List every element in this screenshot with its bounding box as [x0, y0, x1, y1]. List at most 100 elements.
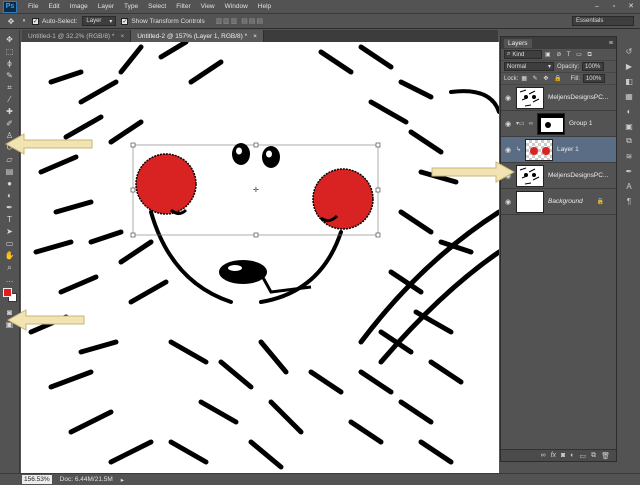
layer-name: Group 1 — [568, 120, 593, 127]
blend-mode-dropdown[interactable]: Normal ▾ — [504, 62, 554, 71]
move-tool-icon[interactable]: ✥ — [3, 34, 17, 45]
auto-select-checkbox[interactable]: ✓ — [32, 17, 39, 25]
filter-kind-dropdown[interactable]: ⌕ Kind — [504, 50, 542, 59]
tab-layers[interactable]: Layers — [504, 38, 532, 48]
close-icon[interactable]: ✕ — [624, 1, 638, 11]
fx-icon[interactable]: fx — [551, 452, 556, 459]
paragraph-panel-icon[interactable]: ¶ — [623, 196, 635, 206]
blend-mode-value: Normal — [507, 63, 527, 70]
channels-panel-icon[interactable]: ≋ — [623, 151, 635, 161]
auto-select-option[interactable]: ✓ Auto-Select: — [32, 17, 77, 25]
layer-mask-thumbnail — [536, 112, 565, 135]
menu-file[interactable]: File — [23, 3, 43, 10]
lock-label: Lock: — [504, 75, 519, 82]
menu-layer[interactable]: Layer — [93, 3, 119, 10]
chevron-down-icon[interactable]: ▾ — [21, 16, 27, 27]
adjustment-layer-icon[interactable]: ◐ — [570, 452, 574, 459]
workspace-dropdown[interactable]: Essentials — [572, 16, 634, 26]
show-transform-checkbox[interactable]: ✓ — [121, 17, 129, 25]
lock-icons[interactable]: ▦ ✎ ✥ 🔒 — [521, 75, 563, 82]
tab-untitled-2[interactable]: Untitled-2 @ 157% (Layer 1, RGB/8) * × — [131, 30, 264, 42]
swatches-panel-icon[interactable]: ▦ — [623, 91, 635, 101]
actions-panel-icon[interactable]: ▶ — [623, 61, 635, 71]
align-icons[interactable]: ▥▥▥ ▤▤▤ — [210, 16, 270, 27]
minimize-icon[interactable]: – — [590, 1, 604, 11]
gradient-icon[interactable]: ▤ — [3, 166, 17, 177]
path-select-icon[interactable]: ➤ — [3, 226, 17, 237]
zoom-tool-icon[interactable]: ⌕ — [3, 262, 17, 273]
layer-name: Layer 1 — [557, 146, 579, 153]
folder-icon[interactable]: ▾▭ — [516, 120, 525, 127]
layers-panel-footer: ∞ fx ◙ ◐ ▭ ⧉ 🗑 — [501, 449, 616, 461]
new-group-icon[interactable]: ▭ — [579, 452, 586, 460]
menu-image[interactable]: Image — [65, 3, 93, 10]
close-icon[interactable]: × — [253, 33, 257, 40]
healing-brush-icon[interactable]: ✚ — [3, 106, 17, 117]
eye-icon[interactable]: ◉ — [504, 94, 512, 102]
menu-filter[interactable]: Filter — [171, 3, 195, 10]
menu-window[interactable]: Window — [220, 3, 253, 10]
chevron-down-icon: ▾ — [547, 64, 551, 70]
document-canvas[interactable]: ✛ — [21, 42, 499, 473]
color-panel-icon[interactable]: ◧ — [623, 76, 635, 86]
adjustments-panel-icon[interactable]: ◐ — [623, 106, 635, 116]
more-tools-icon[interactable]: … — [3, 274, 17, 285]
chevron-right-icon[interactable]: ▸ — [121, 476, 124, 484]
fill-field[interactable]: 100% — [582, 74, 605, 83]
crop-tool-icon[interactable]: ⌗ — [3, 82, 17, 93]
eye-icon[interactable]: ◉ — [504, 120, 512, 128]
type-tool-icon[interactable]: T — [3, 214, 17, 225]
paths-panel-icon[interactable]: ✒ — [623, 166, 635, 176]
history-panel-icon[interactable]: ↺ — [623, 46, 635, 56]
color-swatches[interactable] — [2, 288, 18, 302]
lasso-tool-icon[interactable]: ϕ — [3, 58, 17, 69]
link-layers-icon[interactable]: ∞ — [541, 452, 546, 459]
hand-tool-icon[interactable]: ✋ — [3, 250, 17, 261]
layer-group-row[interactable]: ◉ ▾▭ ∞ Group 1 — [501, 111, 616, 137]
menu-type[interactable]: Type — [119, 3, 143, 10]
move-tool-icon[interactable]: ✥ — [6, 16, 16, 27]
menu-view[interactable]: View — [196, 3, 220, 10]
eye-icon[interactable]: ◉ — [504, 146, 512, 154]
quick-select-icon[interactable]: ✎ — [3, 70, 17, 81]
new-layer-icon[interactable]: ⧉ — [591, 452, 596, 460]
chevron-down-icon: ▾ — [109, 18, 113, 25]
document-size: Doc: 6.44M/21.5M — [59, 476, 113, 483]
foreground-color-swatch[interactable] — [2, 288, 12, 297]
layer-row-background[interactable]: ◉ Background 🔒 — [501, 189, 616, 215]
eye-icon[interactable]: ◉ — [504, 198, 512, 206]
dodge-icon[interactable]: ◐ — [3, 190, 17, 201]
marquee-tool-icon[interactable]: ⬚ — [3, 46, 17, 57]
opacity-field[interactable]: 100% — [582, 62, 605, 71]
zoom-field[interactable]: 156.53% — [22, 475, 52, 484]
layer-name: MeljensDesignsPC... — [548, 172, 609, 179]
layer-row-selected[interactable]: ◉ ↳ Layer 1 — [501, 137, 616, 163]
brush-tool-icon[interactable]: ✐ — [3, 118, 17, 129]
maximize-icon[interactable]: ▫ — [607, 1, 621, 11]
trash-icon[interactable]: 🗑 — [601, 452, 610, 460]
panel-menu-icon[interactable]: ≡ — [609, 40, 613, 47]
styles-panel-icon[interactable]: ▣ — [623, 121, 635, 131]
add-mask-icon[interactable]: ◙ — [561, 452, 565, 459]
close-icon[interactable]: × — [120, 33, 124, 40]
show-transform-option[interactable]: ✓ Show Transform Controls — [121, 17, 205, 25]
layer-row[interactable]: ◉ MeljensDesignsPC... — [501, 85, 616, 111]
photoshop-logo: Ps — [3, 0, 17, 13]
lock-icon: 🔒 — [596, 199, 604, 205]
pen-tool-icon[interactable]: ✒ — [3, 202, 17, 213]
eyedropper-icon[interactable]: ⁄ — [3, 94, 17, 105]
tab-untitled-1[interactable]: Untitled-1 @ 32.2% (RGB/8) * × — [22, 30, 132, 42]
menu-help[interactable]: Help — [253, 3, 276, 10]
shape-tool-icon[interactable]: ▭ — [3, 238, 17, 249]
layers-panel-header: Layers ≡ — [501, 37, 616, 49]
layers-panel-icon[interactable]: ⧉ — [623, 136, 635, 146]
auto-select-dropdown[interactable]: Layer ▾ — [82, 16, 117, 26]
layer-row[interactable]: ◉ MeljensDesignsPC... — [501, 163, 616, 189]
character-panel-icon[interactable]: A — [623, 181, 635, 191]
menu-select[interactable]: Select — [143, 3, 171, 10]
blur-icon[interactable]: ● — [3, 178, 17, 189]
panel-icon-strip: ↺ ▶ ◧ ▦ ◐ ▣ ⧉ ≋ ✒ A ¶ — [618, 36, 640, 473]
menu-edit[interactable]: Edit — [43, 3, 64, 10]
filter-icons[interactable]: ▣ ⊘ T ▭ ⧉ — [545, 51, 594, 59]
document-tab-bar: Untitled-1 @ 32.2% (RGB/8) * × Untitled-… — [22, 30, 498, 42]
